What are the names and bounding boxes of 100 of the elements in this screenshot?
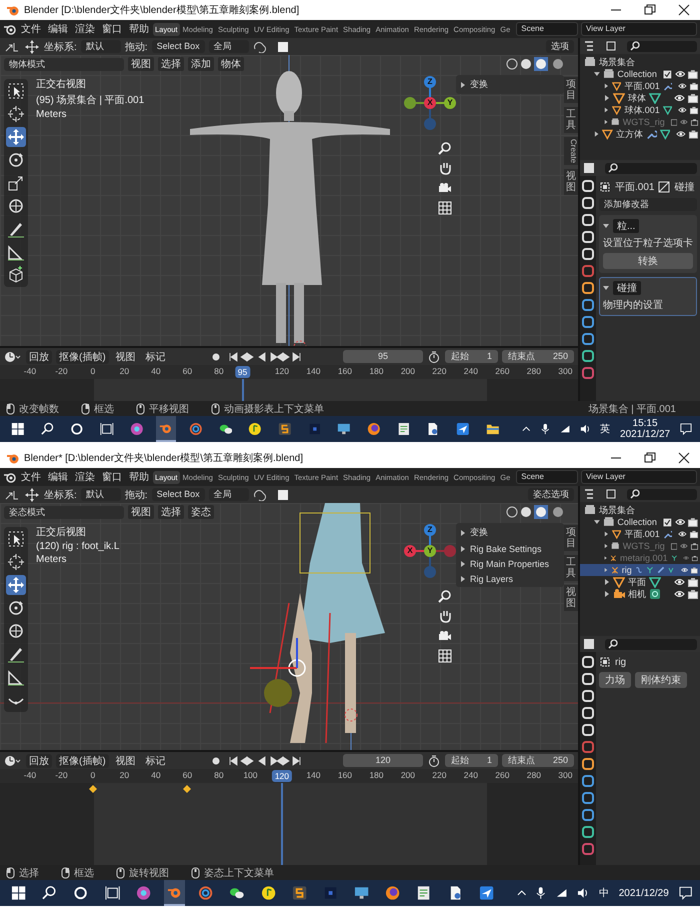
proportional-icon[interactable]	[276, 488, 289, 500]
camera-icon[interactable]	[688, 518, 698, 526]
viewport-menu[interactable]: 视图	[128, 57, 154, 71]
outliner-row[interactable]: 球体.001	[580, 104, 700, 116]
search-field[interactable]	[627, 40, 697, 52]
playback-controls-icon[interactable]	[226, 754, 303, 766]
sidebar-tab[interactable]: 工具	[564, 555, 578, 581]
transform-tool-icon[interactable]	[4, 488, 20, 500]
cursor-icon[interactable]	[6, 552, 26, 572]
close-icon[interactable]	[678, 4, 690, 16]
input-method-indicator[interactable]: 中	[598, 886, 609, 900]
search-field[interactable]	[605, 162, 697, 174]
outliner-row[interactable]: 立方体	[580, 128, 700, 140]
camera-icon[interactable]	[691, 566, 698, 574]
sidebar-tab[interactable]: 工具	[564, 107, 578, 133]
sidebar-tab[interactable]: 项目	[564, 525, 578, 551]
options-dropdown[interactable]: 选项	[546, 40, 574, 53]
drag-dropdown[interactable]: Select Box	[152, 40, 205, 53]
chevron-up-icon[interactable]	[517, 888, 526, 898]
rigged-figure-drawing[interactable]	[250, 503, 385, 744]
view-layer-selector[interactable]: View Layer	[581, 470, 697, 484]
view-layer-selector[interactable]: View Layer	[581, 22, 697, 36]
end-frame-field[interactable]: 结束点 250	[502, 350, 574, 363]
axis-handle[interactable]	[444, 545, 456, 557]
figure-model-drawing[interactable]	[190, 71, 390, 343]
sidebar-tab[interactable]: 视图	[564, 169, 578, 196]
viewport-menu[interactable]: 物体	[218, 57, 244, 71]
timeline-menu[interactable]: 回放	[26, 350, 52, 364]
viewport-menu[interactable]: 视图	[128, 505, 154, 519]
checkbox[interactable]	[670, 118, 678, 126]
speaker-icon[interactable]	[577, 888, 589, 898]
axis-label[interactable]: Y	[426, 545, 434, 557]
clock-date[interactable]: 2021/12/29	[618, 888, 669, 898]
camera-icon[interactable]	[688, 94, 698, 102]
orientation-dropdown[interactable]: 默认	[80, 488, 121, 501]
modifier-name-field[interactable]: 碰撞	[613, 281, 641, 295]
modifier-name-field[interactable]: 粒...	[613, 219, 640, 233]
panel-header[interactable]: Rig Layers	[460, 573, 560, 585]
axis-label[interactable]: X	[406, 545, 414, 557]
notification-icon[interactable]	[678, 886, 692, 900]
checkbox[interactable]	[670, 542, 678, 550]
playback-controls-icon[interactable]	[226, 350, 303, 362]
axis-label[interactable]: Z	[426, 76, 434, 88]
axis-handle[interactable]	[404, 97, 416, 109]
checkbox[interactable]	[662, 70, 672, 78]
move-icon[interactable]	[6, 575, 26, 595]
grid-icon[interactable]	[438, 649, 452, 663]
outliner-row[interactable]: Collection	[580, 68, 700, 80]
axis-handle[interactable]	[424, 118, 436, 130]
hand-icon[interactable]	[438, 609, 452, 623]
pivot-dropdown[interactable]: 全局	[208, 40, 249, 53]
hand-icon[interactable]	[438, 161, 452, 175]
timeline-menu[interactable]: 标记	[142, 350, 169, 364]
transform-tool-icon[interactable]	[4, 40, 20, 52]
menu-item[interactable]: 窗口	[99, 22, 125, 36]
sidebar-tab[interactable]: 项目	[564, 77, 578, 103]
outliner-row[interactable]: 球体	[580, 92, 700, 104]
panel-header[interactable]: 变换	[460, 525, 560, 540]
menu-item[interactable]: 渲染	[72, 22, 98, 36]
move-gizmo-icon[interactable]	[24, 40, 40, 54]
panel-header[interactable]: Rig Main Properties	[460, 558, 560, 570]
menu-item[interactable]: 帮助	[126, 470, 152, 484]
camera-icon[interactable]	[690, 82, 698, 90]
mode-dropdown[interactable]: 物体模式	[4, 58, 124, 70]
camera-icon[interactable]	[688, 590, 698, 598]
convert-button[interactable]: 转换	[603, 253, 693, 269]
outliner-row[interactable]: 场景集合	[580, 56, 700, 68]
3d-cursor-icon[interactable]	[344, 708, 358, 722]
notification-icon[interactable]	[680, 422, 692, 436]
physics-button[interactable]: 力场	[599, 672, 631, 688]
outliner-row[interactable]: rig	[580, 564, 700, 576]
menu-item[interactable]: 文件	[18, 22, 44, 36]
restore-icon[interactable]	[644, 452, 656, 464]
input-method-indicator[interactable]: 英	[600, 422, 610, 436]
scene-selector[interactable]: Scene	[516, 470, 578, 484]
axis-label[interactable]: X	[426, 97, 434, 109]
cursor-icon[interactable]	[6, 104, 26, 124]
3d-cursor-icon[interactable]	[294, 340, 306, 346]
outliner-row[interactable]: 平面	[580, 576, 700, 588]
zoom-icon[interactable]	[438, 141, 452, 155]
playhead-frame[interactable]: 95	[234, 366, 250, 378]
blender-logo-icon[interactable]	[4, 472, 17, 482]
axis-label[interactable]: Y	[446, 97, 454, 109]
playhead-line[interactable]	[280, 783, 283, 865]
chevron-up-icon[interactable]	[522, 424, 531, 434]
select-box-icon[interactable]	[6, 81, 26, 101]
grid-icon[interactable]	[438, 201, 452, 215]
axis-label[interactable]: Z	[426, 524, 434, 536]
scene-selector[interactable]: Scene	[516, 22, 578, 36]
speaker-icon[interactable]	[580, 424, 590, 434]
menu-item[interactable]: 编辑	[45, 470, 71, 484]
network-icon[interactable]	[556, 888, 568, 898]
clock-editor-icon[interactable]	[4, 754, 22, 766]
timeline-menu[interactable]: 视图	[112, 350, 139, 364]
menu-item[interactable]: 文件	[18, 470, 44, 484]
stopwatch-icon[interactable]	[426, 754, 441, 766]
camera-icon[interactable]	[438, 629, 452, 643]
search-field[interactable]	[605, 638, 697, 650]
outliner-row[interactable]: 平面.001	[580, 528, 700, 540]
add-modifier-dropdown[interactable]: 添加修改器	[599, 198, 697, 211]
